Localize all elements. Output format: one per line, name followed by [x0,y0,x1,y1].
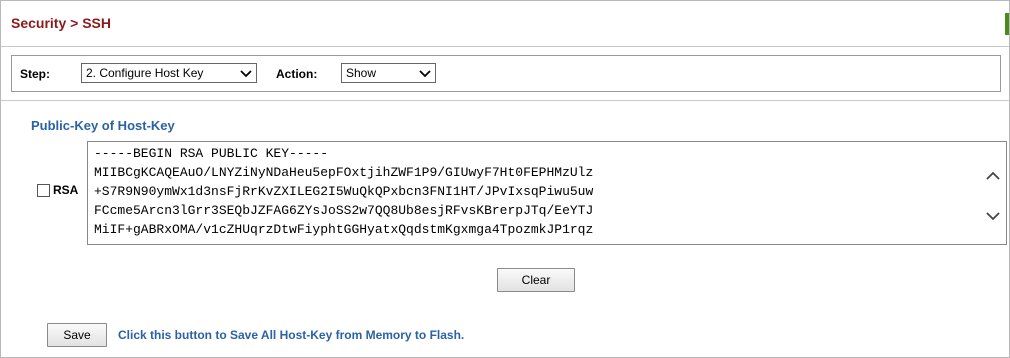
rsa-checkbox[interactable] [37,184,50,197]
chevron-down-icon [240,70,252,78]
clear-button[interactable]: Clear [497,268,575,292]
scroll-up-icon[interactable] [986,170,1000,182]
title-accent-bar [1005,13,1009,35]
key-line: MIIBCgKCAQEAuO/LNYZiNyNDaHeu5epFOxtjihZW… [94,165,594,180]
step-label: Step: [20,67,50,81]
action-select-value: Show [346,66,377,80]
key-line: MiIF+gABRxOMA/v1cZHUqrzDtwFiyphtGGHyatxQ… [94,222,594,237]
page-frame: Security > SSH Step: 2. Configure Host K… [0,0,1010,358]
save-button[interactable]: Save [47,323,107,347]
key-line: -----BEGIN RSA PUBLIC KEY----- [94,146,329,161]
step-panel: Step: 2. Configure Host Key Action: Show [11,55,1001,92]
key-line: +S7R9N90ymWx1d3nsFjRrKvZXILEG2I5WuQkQPxb… [94,184,594,199]
action-label: Action: [276,67,318,81]
section-title: Public-Key of Host-Key [31,118,175,133]
chevron-down-icon [419,70,431,78]
section-divider [1,100,1009,101]
action-select[interactable]: Show [341,63,436,83]
rsa-label: RSA [53,183,79,197]
key-line: FCcme5Arcn3lGrr3SEQbJZFAG6ZYsJoSS2w7QQ8U… [94,203,594,218]
scroll-down-icon[interactable] [986,210,1000,222]
step-select-value: 2. Configure Host Key [86,66,204,80]
step-select[interactable]: 2. Configure Host Key [81,63,257,83]
save-hint: Click this button to Save All Host-Key f… [118,328,465,342]
title-bar: Security > SSH [1,1,1009,47]
page-title: Security > SSH [11,15,111,31]
rsa-public-key-textarea[interactable]: -----BEGIN RSA PUBLIC KEY----- MIIBCgKCA… [87,141,1007,245]
